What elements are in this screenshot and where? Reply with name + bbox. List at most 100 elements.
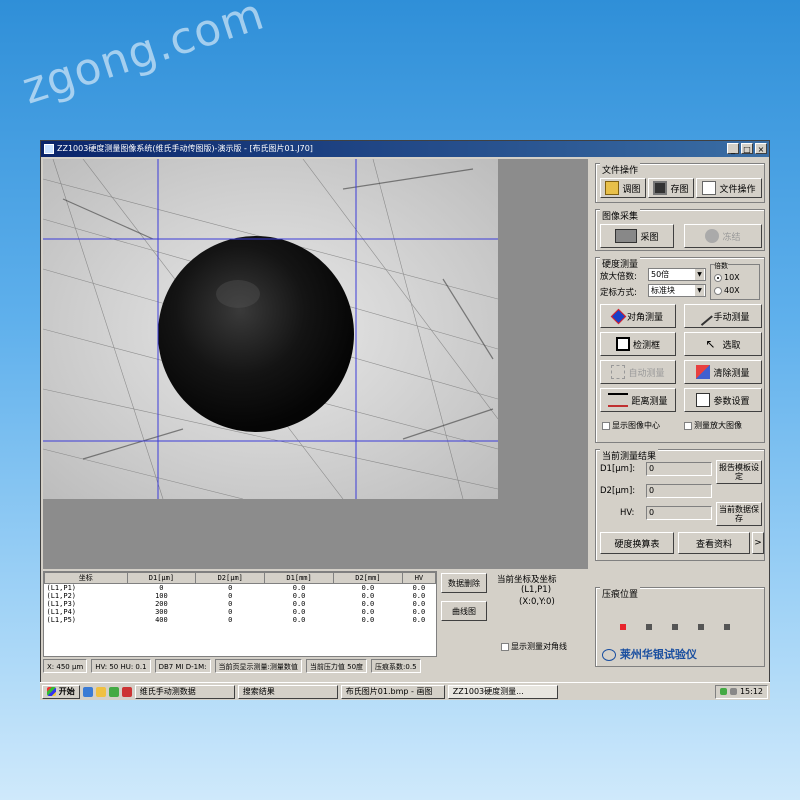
save-image-button[interactable]: 存图 <box>648 178 694 198</box>
app-window: ZZ1003硬度测量图像系统(维氏手动传图版)-演示版 - [布氏图片01.J7… <box>40 140 770 695</box>
delete-data-button[interactable]: 数据删除 <box>441 573 487 593</box>
taskbar-item[interactable]: 布氏图片01.bmp - 画图 <box>340 684 445 699</box>
tools-icon <box>696 393 711 407</box>
magnification-select[interactable]: 50倍 <box>648 268 706 281</box>
pencil-icon <box>693 306 714 326</box>
open-image-label: 调图 <box>622 184 641 195</box>
detect-frame-button[interactable]: 检测框 <box>600 332 676 356</box>
status-item: DB7 MI D-1M: <box>154 659 211 673</box>
results-group: 当前测量结果 D1[μm]: 0 D2[μm]: 0 HV: 0 报告模板设定 … <box>595 449 765 561</box>
network-icon[interactable] <box>719 688 727 695</box>
document-icon <box>702 181 717 195</box>
media-icon[interactable] <box>108 686 119 697</box>
status-item: 当前页显示测量:测量数值 <box>214 659 302 673</box>
taskbar-item[interactable]: 搜索结果 <box>237 684 338 699</box>
auto-measure-label: 自动测量 <box>628 368 665 379</box>
position-dot-5[interactable] <box>724 624 730 630</box>
minimize-button[interactable]: _ <box>727 143 739 154</box>
ie-icon[interactable] <box>82 686 93 697</box>
params-label: 参数设置 <box>713 396 750 407</box>
cell: 0.0 <box>292 592 306 600</box>
calibration-select[interactable]: 标准块 <box>648 284 706 297</box>
watermark: zgong.com <box>16 0 271 115</box>
data-table[interactable]: 坐标 D1[μm] D2[μm] D1[mm] D2[mm] HV (L1,P1… <box>43 571 437 657</box>
indentation-image <box>43 159 498 499</box>
hv-label: HV: <box>620 508 635 518</box>
col-header[interactable]: D2[mm] <box>332 572 403 584</box>
table-row[interactable]: (L1,P5) 400 0 0.0 0.0 0.0 <box>45 616 436 624</box>
cell: 0.0 <box>361 608 375 616</box>
image-viewer[interactable] <box>43 159 588 569</box>
curve-chart-button[interactable]: 曲线图 <box>441 601 487 621</box>
hardness-convert-button[interactable]: 硬度换算表 <box>600 532 674 554</box>
col-header[interactable]: HV <box>401 572 436 584</box>
radio-10x[interactable]: 10X <box>714 273 740 282</box>
grid-icon <box>611 365 626 379</box>
col-header[interactable]: D1[μm] <box>126 572 197 584</box>
hardness-group: 硬度测量 放大倍数: 50倍 定标方式: 标准块 倍数 10X 40X 对角测量… <box>595 257 765 443</box>
taskbar-item[interactable]: 维氏手动测数据 <box>134 684 235 699</box>
magnification-radio-group: 倍数 10X 40X <box>710 261 760 300</box>
table-row[interactable]: (L1,P4) 300 0 0.0 0.0 0.0 <box>45 608 436 616</box>
manual-measure-button[interactable]: 手动测量 <box>684 304 762 328</box>
save-current-data-button[interactable]: 当前数据保存 <box>716 502 762 526</box>
clear-measure-button[interactable]: 清除测量 <box>684 360 762 384</box>
more-button[interactable]: > <box>752 532 764 554</box>
show-center-checkbox[interactable]: 显示图像中心 <box>602 420 660 431</box>
hv-field[interactable]: 0 <box>646 506 712 520</box>
cell: 0 <box>159 584 164 592</box>
col-header[interactable]: 坐标 <box>44 572 128 584</box>
position-dot-3[interactable] <box>672 624 678 630</box>
open-image-button[interactable]: 调图 <box>600 178 646 198</box>
file-operation-label: 文件操作 <box>719 184 756 195</box>
cell: 0.0 <box>412 616 426 624</box>
table-row[interactable]: (L1,P3) 200 0 0.0 0.0 0.0 <box>45 600 436 608</box>
app-shortcut-icon[interactable] <box>121 686 132 697</box>
cell: 0.0 <box>361 600 375 608</box>
image-capture-title: 图像采集 <box>600 209 641 222</box>
radio-40x-label: 40X <box>724 286 740 295</box>
cell: (L1,P4) <box>46 608 77 616</box>
show-diagonal-label: 显示测量对角线 <box>511 642 567 651</box>
col-header[interactable]: D2[μm] <box>195 572 266 584</box>
coordinate-box: 当前坐标及坐标 (L1,P1) (X:0,Y:0) 显示测量对角线 <box>491 571 587 657</box>
cell: 0.0 <box>292 608 306 616</box>
d2-field[interactable]: 0 <box>646 484 712 498</box>
cell: (L1,P1) <box>46 584 77 592</box>
close-button[interactable]: × <box>755 143 767 154</box>
col-header[interactable]: D1[mm] <box>264 572 334 584</box>
title-bar: ZZ1003硬度测量图像系统(维氏手动传图版)-演示版 - [布氏图片01.J7… <box>41 141 769 157</box>
position-dot-4[interactable] <box>698 624 704 630</box>
file-operation-button[interactable]: 文件操作 <box>696 178 762 198</box>
radio-10x-label: 10X <box>724 273 740 282</box>
cell: 0 <box>228 608 233 616</box>
position-dot-2[interactable] <box>646 624 652 630</box>
params-button[interactable]: 参数设置 <box>684 388 762 412</box>
microscope-image[interactable] <box>43 159 498 499</box>
freeze-button[interactable]: 冻结 <box>684 224 762 248</box>
cell: 0.0 <box>412 600 426 608</box>
d1-field[interactable]: 0 <box>646 462 712 476</box>
distance-measure-button[interactable]: 距离测量 <box>600 388 676 412</box>
cell: (L1,P5) <box>46 616 77 624</box>
camera-icon <box>615 229 638 243</box>
taskbar-item-active[interactable]: ZZ1003硬度测量... <box>447 684 558 699</box>
cell: 100 <box>155 592 168 600</box>
select-button[interactable]: ↖ 选取 <box>684 332 762 356</box>
zoom-measure-checkbox[interactable]: 测量放大图像 <box>684 420 742 431</box>
position-dot-1[interactable] <box>620 624 626 630</box>
capture-button[interactable]: 采图 <box>600 224 674 248</box>
diagonal-measure-button[interactable]: 对角测量 <box>600 304 676 328</box>
start-button[interactable]: 开始 <box>42 684 80 699</box>
table-row[interactable]: (L1,P1) 0 0 0.0 0.0 0.0 <box>45 584 436 593</box>
maximize-button[interactable]: □ <box>741 143 753 154</box>
table-header-row: 坐标 D1[μm] D2[μm] D1[mm] D2[mm] HV <box>44 572 436 584</box>
report-template-button[interactable]: 报告模板设定 <box>716 460 762 484</box>
volume-icon[interactable] <box>729 688 737 695</box>
view-data-button[interactable]: 查看资料 <box>678 532 750 554</box>
table-row[interactable]: (L1,P2) 100 0 0.0 0.0 0.0 <box>45 592 436 600</box>
show-diagonal-checkbox[interactable]: 显示测量对角线 <box>501 641 567 652</box>
radio-40x[interactable]: 40X <box>714 286 740 295</box>
auto-measure-button[interactable]: 自动测量 <box>600 360 676 384</box>
folder-icon[interactable] <box>95 686 106 697</box>
